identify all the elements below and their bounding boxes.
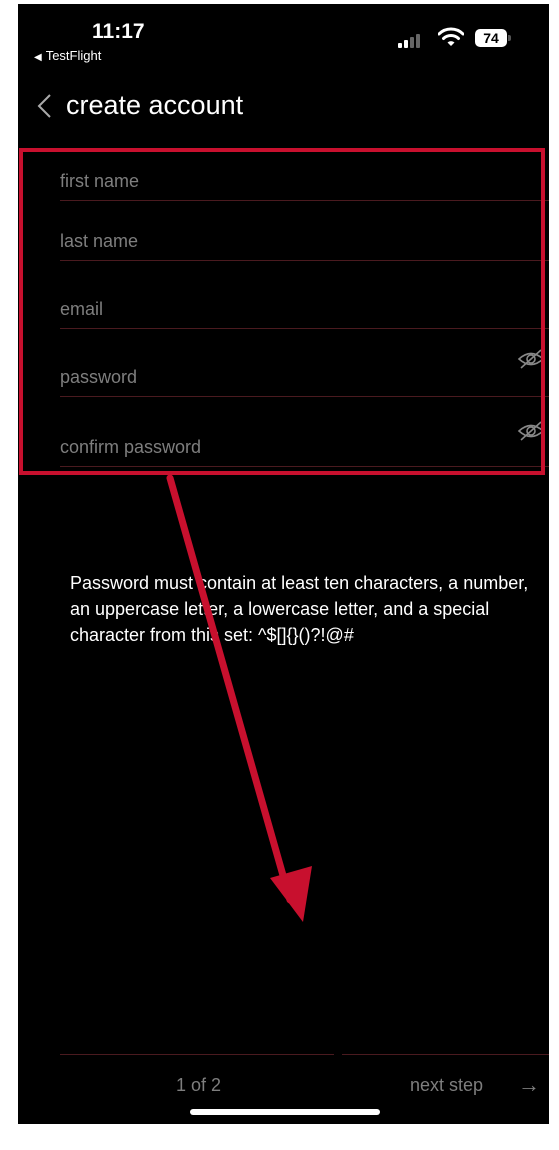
app-screen: 11:17 ◀ TestFlight 74 create account fir… (18, 4, 549, 1124)
footer-divider-left (60, 1054, 334, 1055)
confirm-password-input[interactable] (60, 432, 490, 462)
back-to-testflight[interactable]: ◀ TestFlight (34, 48, 101, 63)
back-app-label: TestFlight (45, 48, 102, 63)
eye-slash-icon[interactable] (517, 420, 545, 442)
password-requirements-text: Password must contain at least ten chara… (70, 573, 529, 645)
password-field (60, 349, 549, 397)
page-title: create account (66, 90, 244, 120)
next-step-button[interactable]: next step (410, 1075, 483, 1096)
first-name-field (60, 166, 549, 201)
arrow-right-icon[interactable]: → (518, 1072, 540, 1098)
eye-slash-icon[interactable] (517, 348, 545, 370)
step-counter: 1 of 2 (176, 1075, 222, 1095)
battery-indicator: 74 (475, 29, 511, 47)
back-triangle-icon: ◀ (34, 52, 42, 63)
home-indicator[interactable] (190, 1109, 380, 1115)
password-input[interactable] (60, 362, 490, 392)
status-time: 11:17 (92, 20, 145, 43)
cellular-signal-icon (398, 32, 428, 48)
last-name-field (60, 226, 549, 261)
footer-divider-right (342, 1054, 549, 1055)
email-field (60, 294, 549, 329)
first-name-input[interactable] (60, 166, 490, 196)
confirm-password-field (60, 421, 549, 467)
wifi-icon (438, 27, 464, 46)
email-input[interactable] (60, 294, 490, 324)
chevron-left-icon[interactable] (34, 92, 58, 120)
last-name-input[interactable] (60, 226, 490, 256)
